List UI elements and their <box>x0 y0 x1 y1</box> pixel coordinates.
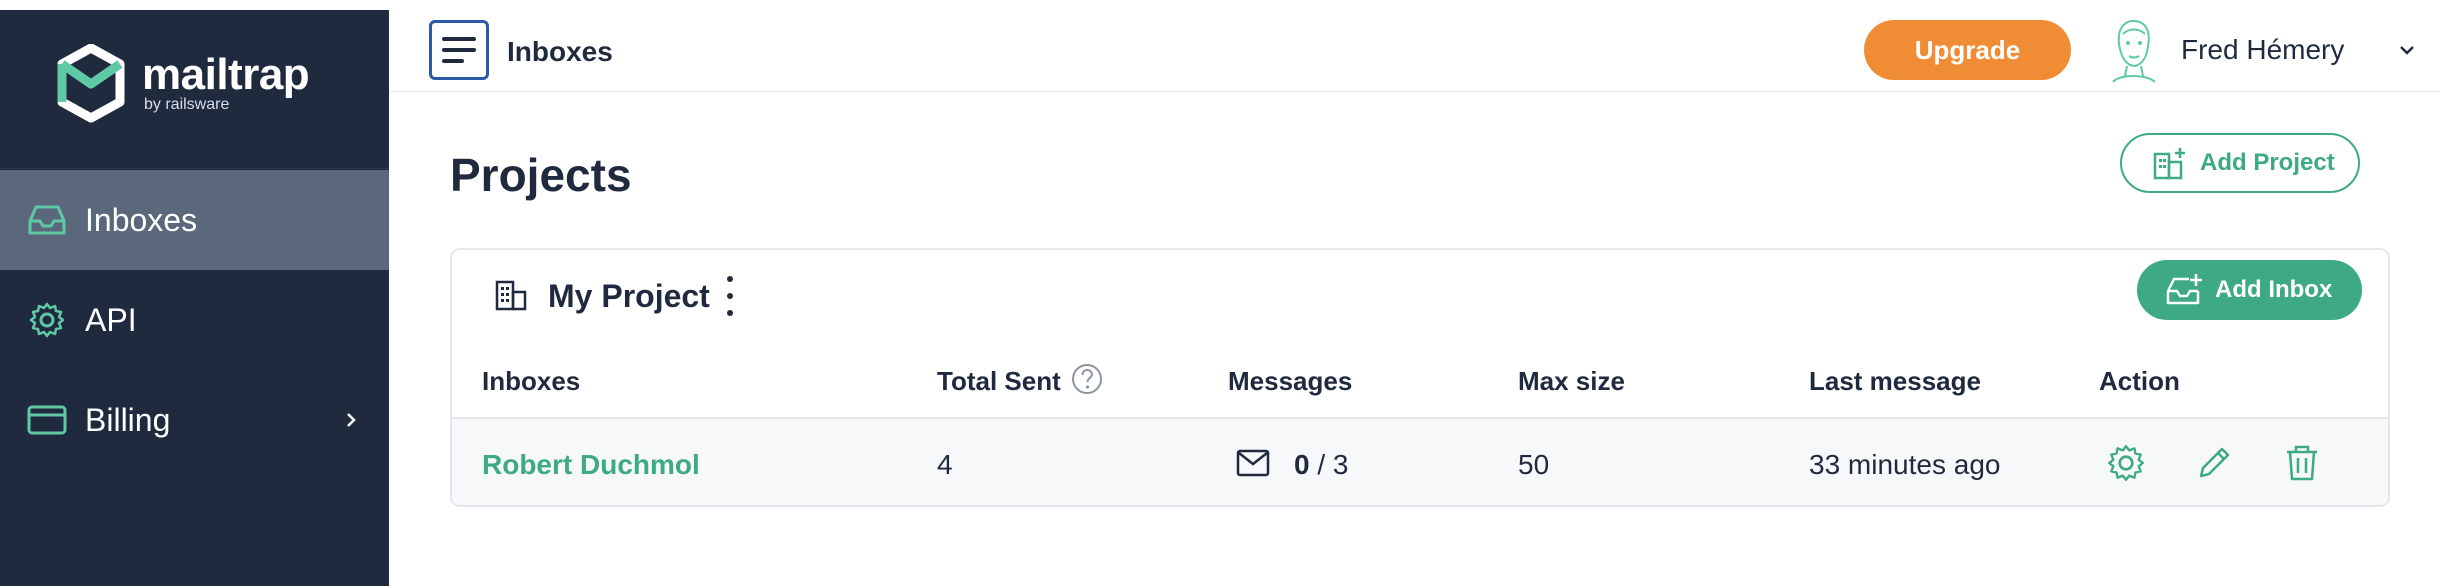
chevron-down-icon[interactable] <box>2399 44 2415 56</box>
column-header-inboxes: Inboxes <box>482 366 581 396</box>
top-strip <box>0 0 2440 10</box>
add-inbox-icon <box>2166 274 2202 305</box>
menu-toggle-button[interactable] <box>429 20 489 80</box>
column-header-max-size: Max size <box>1518 366 1625 396</box>
add-inbox-button[interactable]: Add Inbox <box>2137 260 2362 320</box>
top-header: Inboxes Upgrade Fred Hémery <box>389 10 2440 92</box>
sidebar-item-label: API <box>85 301 137 338</box>
sidebar-item-label: Billing <box>85 401 171 438</box>
header-title: Inboxes <box>507 36 613 67</box>
mailtrap-logo-icon <box>57 44 125 123</box>
sidebar-item-api[interactable]: API <box>0 270 389 370</box>
delete-trash-icon[interactable] <box>2280 441 2324 485</box>
help-icon[interactable] <box>1070 362 1104 396</box>
last-message-value: 33 minutes ago <box>1809 449 2001 480</box>
edit-pencil-icon[interactable] <box>2192 441 2236 485</box>
inbox-icon <box>26 199 68 241</box>
add-project-label: Add Project <box>2200 149 2335 176</box>
messages-total: / 3 <box>1317 449 1349 480</box>
user-name[interactable]: Fred Hémery <box>2181 34 2344 66</box>
add-inbox-label: Add Inbox <box>2215 276 2333 303</box>
envelope-icon <box>1236 449 1270 477</box>
column-header-total-sent: Total Sent <box>937 366 1061 396</box>
upgrade-button[interactable]: Upgrade <box>1864 20 2071 80</box>
sidebar: mailtrap by railsware Inboxes API Billin… <box>0 10 389 586</box>
project-card: My Project Add Inbox Inboxes Total Sent … <box>450 248 2390 507</box>
messages-count: 0 / 3 <box>1294 449 1349 481</box>
project-name: My Project <box>548 278 710 314</box>
logo-name: mailtrap <box>142 50 310 99</box>
sidebar-divider <box>0 168 389 169</box>
max-size-value: 50 <box>1518 449 1550 480</box>
add-project-button[interactable]: Add Project <box>2120 133 2360 193</box>
column-header-action: Action <box>2099 366 2180 396</box>
card-icon <box>26 399 68 441</box>
sidebar-item-inboxes[interactable]: Inboxes <box>0 170 389 270</box>
column-header-messages: Messages <box>1228 366 1353 396</box>
gear-icon <box>26 299 68 341</box>
table-row: Robert Duchmol 4 0 / 3 50 33 minutes ago <box>452 417 2388 505</box>
settings-gear-icon[interactable] <box>2104 441 2148 485</box>
add-project-icon <box>2153 148 2185 180</box>
page-title: Projects <box>450 149 632 201</box>
mailtrap-logo[interactable]: mailtrap by railsware <box>56 44 310 124</box>
messages-unread: 0 <box>1294 449 1310 480</box>
avatar[interactable] <box>2105 16 2161 84</box>
chevron-right-icon <box>347 413 356 427</box>
sidebar-item-label: Inboxes <box>85 201 198 238</box>
sidebar-item-billing[interactable]: Billing <box>0 370 389 470</box>
building-icon <box>495 280 527 311</box>
column-header-last-message: Last message <box>1809 366 1981 396</box>
inbox-name-link[interactable]: Robert Duchmol <box>482 449 700 481</box>
project-menu-icon[interactable] <box>724 276 736 316</box>
total-sent-value: 4 <box>937 449 953 480</box>
